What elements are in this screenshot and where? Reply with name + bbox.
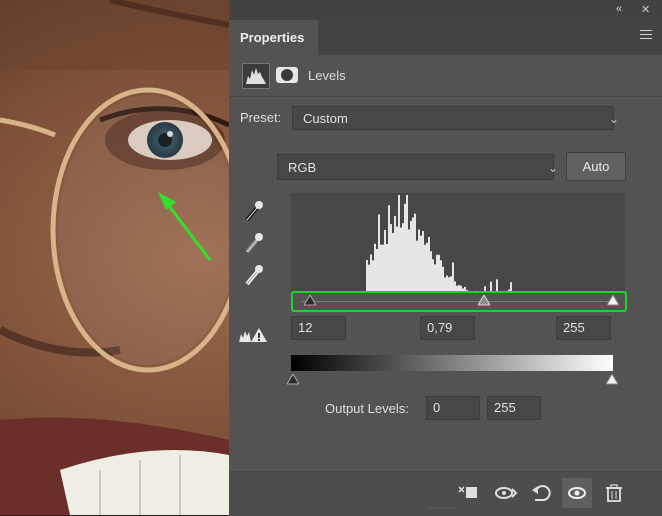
shadow-slider-handle[interactable] bbox=[304, 295, 316, 306]
reset-icon[interactable] bbox=[527, 478, 557, 508]
histogram-bar bbox=[384, 230, 386, 293]
histogram-bar bbox=[412, 217, 414, 293]
adjustment-title: Levels bbox=[308, 68, 346, 83]
preset-label: Preset: bbox=[240, 110, 281, 125]
histogram-bar bbox=[380, 245, 382, 293]
midtone-slider-handle[interactable] bbox=[478, 295, 490, 306]
output-gradient-bar bbox=[291, 355, 613, 371]
input-levels-slider[interactable] bbox=[291, 291, 627, 312]
histogram-bar bbox=[402, 223, 404, 293]
histogram-bar bbox=[396, 227, 398, 293]
properties-panel: « ✕ Properties Levels Preset: Custom ⌄ R… bbox=[229, 0, 662, 515]
trash-icon[interactable] bbox=[599, 478, 629, 508]
histogram-icon bbox=[242, 63, 270, 89]
histogram-bar bbox=[420, 236, 422, 293]
histogram-bar bbox=[372, 260, 374, 293]
output-white-field[interactable]: 255 bbox=[487, 396, 541, 420]
resize-grip[interactable] bbox=[429, 507, 459, 510]
histogram-bar bbox=[374, 244, 376, 293]
histogram-bar bbox=[424, 245, 426, 293]
histogram-bar bbox=[400, 228, 402, 293]
visibility-icon[interactable] bbox=[562, 478, 592, 508]
histogram-bar bbox=[428, 237, 430, 293]
histogram-bar bbox=[416, 241, 418, 293]
histogram-bar bbox=[414, 214, 416, 293]
slider-track bbox=[301, 301, 617, 302]
output-black-field[interactable]: 0 bbox=[426, 396, 480, 420]
histogram-bar bbox=[422, 231, 424, 293]
preset-value: Custom bbox=[303, 111, 348, 126]
highlight-slider-handle[interactable] bbox=[607, 295, 619, 306]
output-white-handle[interactable] bbox=[606, 374, 618, 385]
view-previous-icon[interactable] bbox=[491, 478, 521, 508]
gray-eyedropper-icon[interactable] bbox=[243, 230, 265, 256]
input-shadow-field[interactable]: 12 bbox=[291, 316, 346, 340]
dropdown-chevron-icon: ⌄ bbox=[538, 155, 558, 181]
histogram-bar bbox=[390, 224, 392, 293]
adjustment-header: Levels bbox=[229, 56, 662, 96]
histogram-bar bbox=[408, 229, 410, 293]
histogram-bar bbox=[410, 221, 412, 293]
histogram-bar bbox=[398, 195, 400, 293]
histogram-bar bbox=[432, 259, 434, 293]
output-levels-label: Output Levels: bbox=[325, 401, 409, 416]
clip-to-layer-icon[interactable] bbox=[454, 478, 484, 508]
tab-bar: Properties bbox=[229, 20, 662, 55]
input-midtone-field[interactable]: 0,79 bbox=[420, 316, 475, 340]
channel-value: RGB bbox=[288, 160, 316, 175]
black-eyedropper-icon[interactable] bbox=[243, 198, 265, 224]
histogram-bar bbox=[366, 260, 368, 293]
tab-properties[interactable]: Properties bbox=[229, 20, 318, 55]
collapse-icon[interactable]: « bbox=[616, 3, 622, 15]
white-eyedropper-icon[interactable] bbox=[243, 262, 265, 288]
histogram-bar bbox=[426, 243, 428, 293]
histogram-bar bbox=[434, 264, 436, 293]
histogram-bar bbox=[440, 260, 442, 293]
divider bbox=[229, 96, 662, 97]
histogram-bar bbox=[388, 205, 390, 293]
histogram bbox=[291, 193, 625, 293]
histogram-bar bbox=[370, 254, 372, 293]
panel-header-strip: « ✕ bbox=[229, 0, 662, 20]
output-black-handle[interactable] bbox=[287, 374, 299, 385]
histogram-bar bbox=[378, 214, 380, 293]
histogram-bar bbox=[394, 216, 396, 293]
dropdown-chevron-icon: ⌄ bbox=[599, 107, 619, 131]
preset-dropdown[interactable]: Custom ⌄ bbox=[292, 106, 614, 130]
histogram-bar bbox=[406, 195, 408, 293]
histogram-bar bbox=[404, 204, 406, 293]
channel-dropdown[interactable]: RGB ⌄ bbox=[277, 154, 554, 180]
input-highlight-field[interactable]: 255 bbox=[556, 316, 611, 340]
histogram-bar bbox=[386, 244, 388, 293]
histogram-bar bbox=[376, 249, 378, 293]
histogram-bar bbox=[442, 267, 444, 293]
clipping-warning-icon bbox=[238, 326, 268, 344]
histogram-bar bbox=[368, 265, 370, 293]
mask-icon bbox=[276, 67, 298, 83]
histogram-bar bbox=[392, 233, 394, 293]
histogram-bar bbox=[382, 245, 384, 293]
auto-button[interactable]: Auto bbox=[566, 152, 626, 181]
histogram-bar bbox=[452, 262, 454, 293]
histogram-bar bbox=[418, 229, 420, 293]
histogram-bar bbox=[438, 255, 440, 293]
close-icon[interactable]: ✕ bbox=[641, 3, 650, 16]
histogram-bar bbox=[430, 251, 432, 293]
panel-menu-icon[interactable] bbox=[640, 30, 652, 39]
histogram-bar bbox=[436, 255, 438, 293]
